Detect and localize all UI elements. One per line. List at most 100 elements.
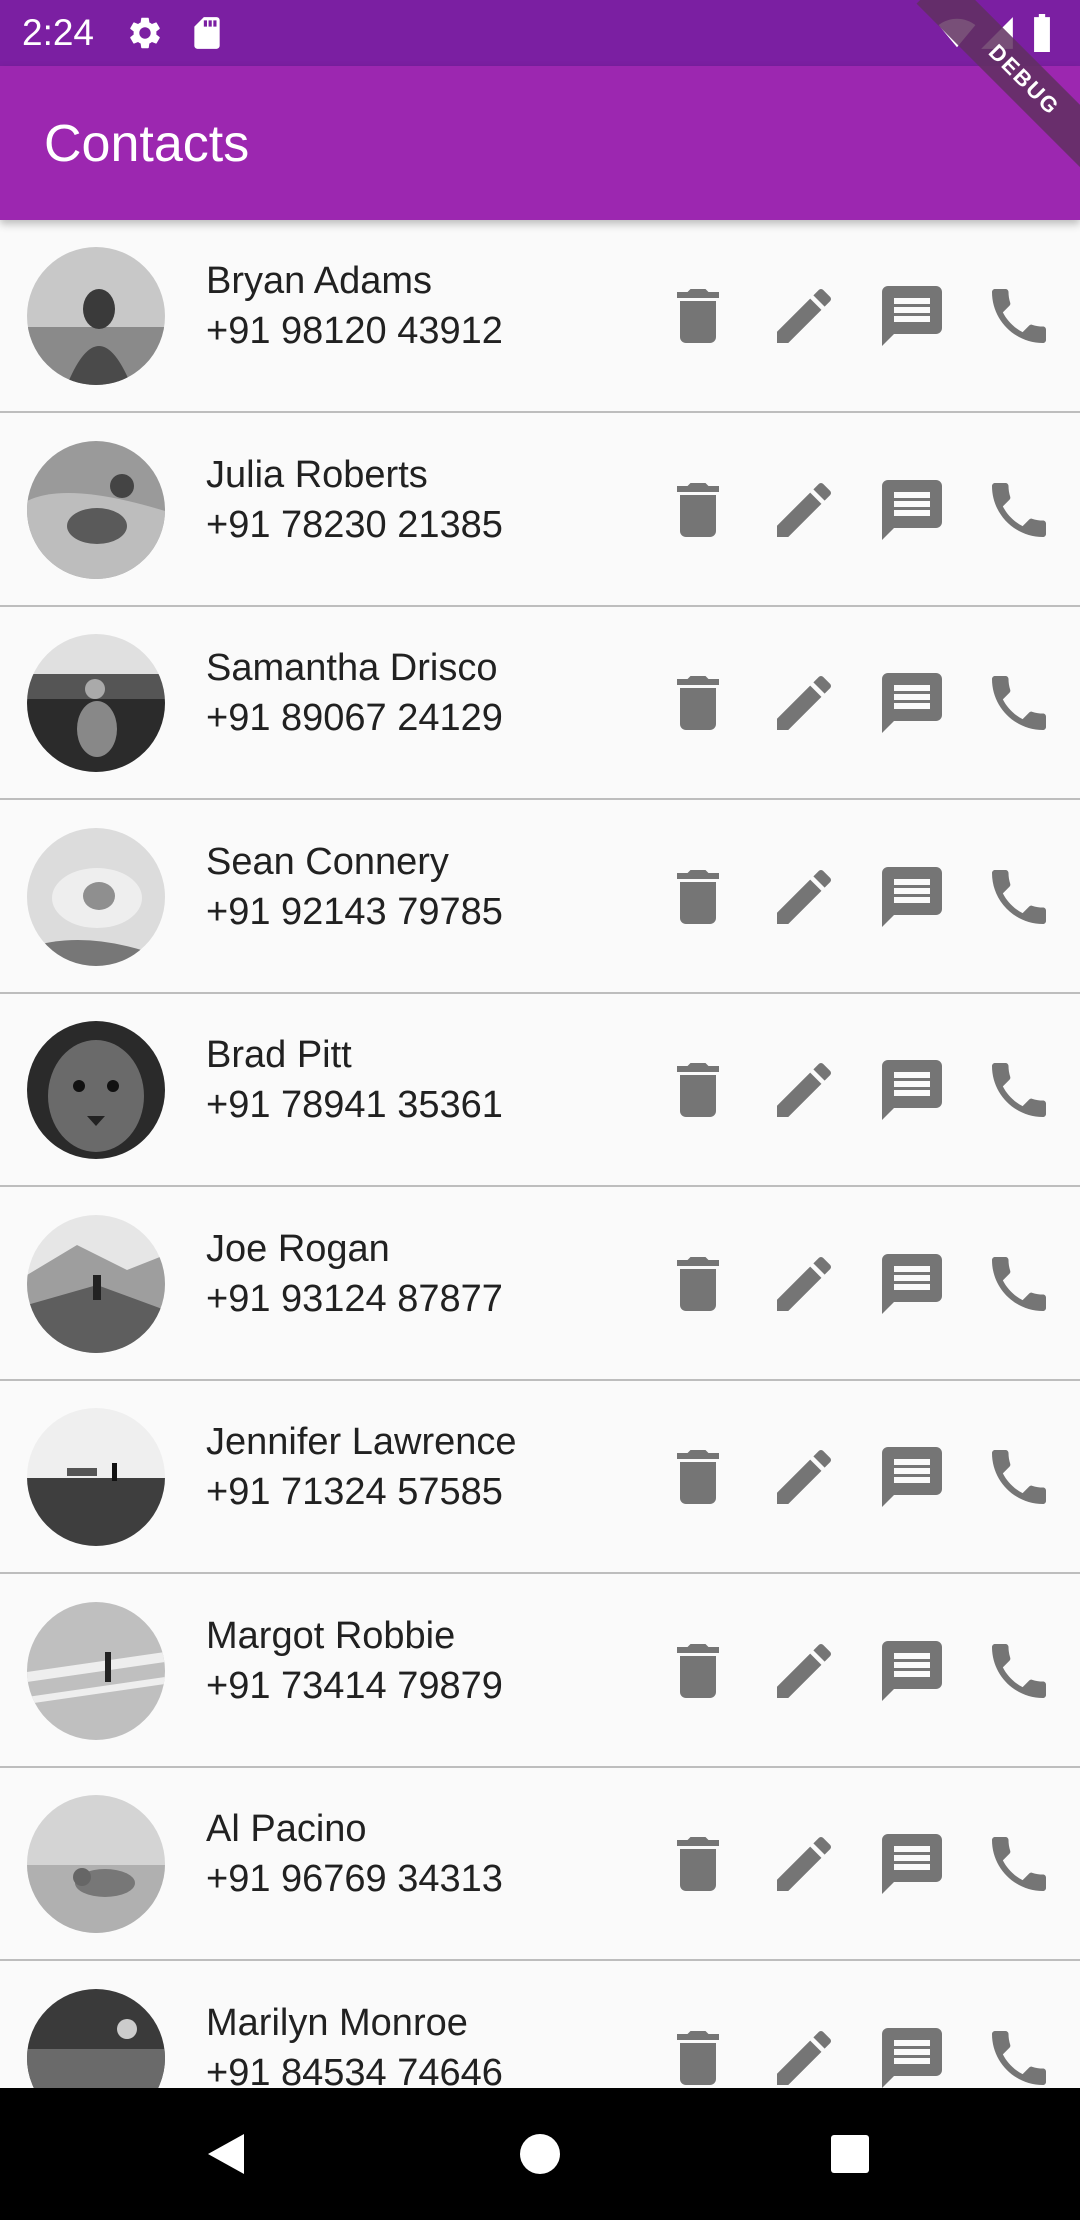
edit-button[interactable] xyxy=(768,667,840,739)
sd-card-icon xyxy=(188,14,226,52)
contact-row[interactable]: Brad Pitt +91 78941 35361 xyxy=(0,994,1080,1187)
edit-icon xyxy=(777,675,832,730)
avatar xyxy=(27,441,165,579)
delete-button[interactable] xyxy=(662,1054,734,1126)
call-button[interactable] xyxy=(983,1441,1055,1513)
app-bar: Contacts xyxy=(0,66,1080,220)
contact-phone: +91 78941 35361 xyxy=(206,1084,503,1126)
delete-button[interactable] xyxy=(662,1635,734,1707)
call-icon xyxy=(992,1644,1046,1698)
contact-phone: +91 96769 34313 xyxy=(206,1858,503,1900)
edit-button[interactable] xyxy=(768,2022,840,2088)
edit-button[interactable] xyxy=(768,861,840,933)
edit-button[interactable] xyxy=(768,280,840,352)
avatar xyxy=(27,828,165,966)
avatar xyxy=(27,1795,165,1933)
message-button[interactable] xyxy=(876,1635,948,1707)
delete-icon xyxy=(677,1837,719,1891)
contact-phone: +91 92143 79785 xyxy=(206,891,503,933)
recents-icon[interactable] xyxy=(820,2124,880,2184)
message-icon xyxy=(882,1834,942,1894)
message-button[interactable] xyxy=(876,1054,948,1126)
call-button[interactable] xyxy=(983,861,1055,933)
delete-button[interactable] xyxy=(662,2022,734,2088)
message-icon xyxy=(882,1641,942,1701)
edit-icon xyxy=(777,1449,832,1504)
contact-name: Samantha Drisco xyxy=(206,647,498,689)
message-button[interactable] xyxy=(876,861,948,933)
call-button[interactable] xyxy=(983,1248,1055,1320)
contact-row[interactable]: Al Pacino +91 96769 34313 xyxy=(0,1768,1080,1961)
message-icon xyxy=(882,1060,942,1120)
message-button[interactable] xyxy=(876,1441,948,1513)
contact-row[interactable]: Sean Connery +91 92143 79785 xyxy=(0,801,1080,994)
edit-button[interactable] xyxy=(768,474,840,546)
edit-button[interactable] xyxy=(768,1828,840,1900)
home-icon[interactable] xyxy=(510,2124,570,2184)
edit-icon xyxy=(777,482,832,537)
contact-row[interactable]: Julia Roberts +91 78230 21385 xyxy=(0,414,1080,607)
call-icon xyxy=(992,1257,1046,1311)
edit-button[interactable] xyxy=(768,1248,840,1320)
contact-row[interactable]: Marilyn Monroe +91 84534 74646 xyxy=(0,1962,1080,2088)
contact-row[interactable]: Jennifer Lawrence +91 71324 57585 xyxy=(0,1381,1080,1574)
navigation-bar xyxy=(0,2088,1080,2220)
edit-button[interactable] xyxy=(768,1054,840,1126)
call-icon xyxy=(992,2031,1046,2085)
delete-icon xyxy=(677,870,719,924)
contact-row[interactable]: Bryan Adams +91 98120 43912 xyxy=(0,220,1080,413)
contact-name: Joe Rogan xyxy=(206,1228,390,1270)
message-button[interactable] xyxy=(876,2022,948,2088)
message-button[interactable] xyxy=(876,667,948,739)
call-button[interactable] xyxy=(983,1828,1055,1900)
message-icon xyxy=(882,673,942,733)
message-button[interactable] xyxy=(876,474,948,546)
edit-button[interactable] xyxy=(768,1635,840,1707)
contact-row[interactable]: Samantha Drisco +91 89067 24129 xyxy=(0,607,1080,800)
contact-name: Al Pacino xyxy=(206,1808,367,1850)
contact-phone: +91 93124 87877 xyxy=(206,1278,503,1320)
message-button[interactable] xyxy=(876,1248,948,1320)
delete-button[interactable] xyxy=(662,1248,734,1320)
delete-button[interactable] xyxy=(662,861,734,933)
call-button[interactable] xyxy=(983,667,1055,739)
message-button[interactable] xyxy=(876,1828,948,1900)
call-icon xyxy=(992,1837,1046,1891)
delete-icon xyxy=(677,2031,719,2085)
call-button[interactable] xyxy=(983,474,1055,546)
edit-button[interactable] xyxy=(768,1441,840,1513)
delete-icon xyxy=(677,1257,719,1311)
call-icon xyxy=(992,1450,1046,1504)
avatar xyxy=(27,1408,165,1546)
avatar xyxy=(27,247,165,385)
call-button[interactable] xyxy=(983,1635,1055,1707)
delete-button[interactable] xyxy=(662,474,734,546)
avatar xyxy=(27,1989,165,2088)
edit-icon xyxy=(777,1256,832,1311)
gear-icon xyxy=(126,14,164,52)
contact-list[interactable]: Bryan Adams +91 98120 43912 Julia Roberts +… xyxy=(0,220,1080,2088)
contact-row[interactable]: Joe Rogan +91 93124 87877 xyxy=(0,1188,1080,1381)
delete-button[interactable] xyxy=(662,1441,734,1513)
delete-button[interactable] xyxy=(662,1828,734,1900)
contact-name: Julia Roberts xyxy=(206,454,428,496)
contact-name: Margot Robbie xyxy=(206,1615,456,1657)
status-bar: 2:24 xyxy=(0,0,1080,66)
contact-row[interactable]: Margot Robbie +91 73414 79879 xyxy=(0,1575,1080,1768)
back-icon[interactable] xyxy=(196,2124,256,2184)
delete-button[interactable] xyxy=(662,667,734,739)
message-icon xyxy=(882,2028,942,2088)
battery-icon xyxy=(1030,14,1054,52)
message-icon xyxy=(882,286,942,346)
delete-icon xyxy=(677,676,719,730)
edit-icon xyxy=(777,869,832,924)
call-button[interactable] xyxy=(983,2022,1055,2088)
status-time: 2:24 xyxy=(22,12,95,53)
delete-button[interactable] xyxy=(662,280,734,352)
contact-phone: +91 89067 24129 xyxy=(206,697,503,739)
message-button[interactable] xyxy=(876,280,948,352)
call-button[interactable] xyxy=(983,280,1055,352)
call-button[interactable] xyxy=(983,1054,1055,1126)
delete-icon xyxy=(677,483,719,537)
page-title: Contacts xyxy=(44,115,250,173)
